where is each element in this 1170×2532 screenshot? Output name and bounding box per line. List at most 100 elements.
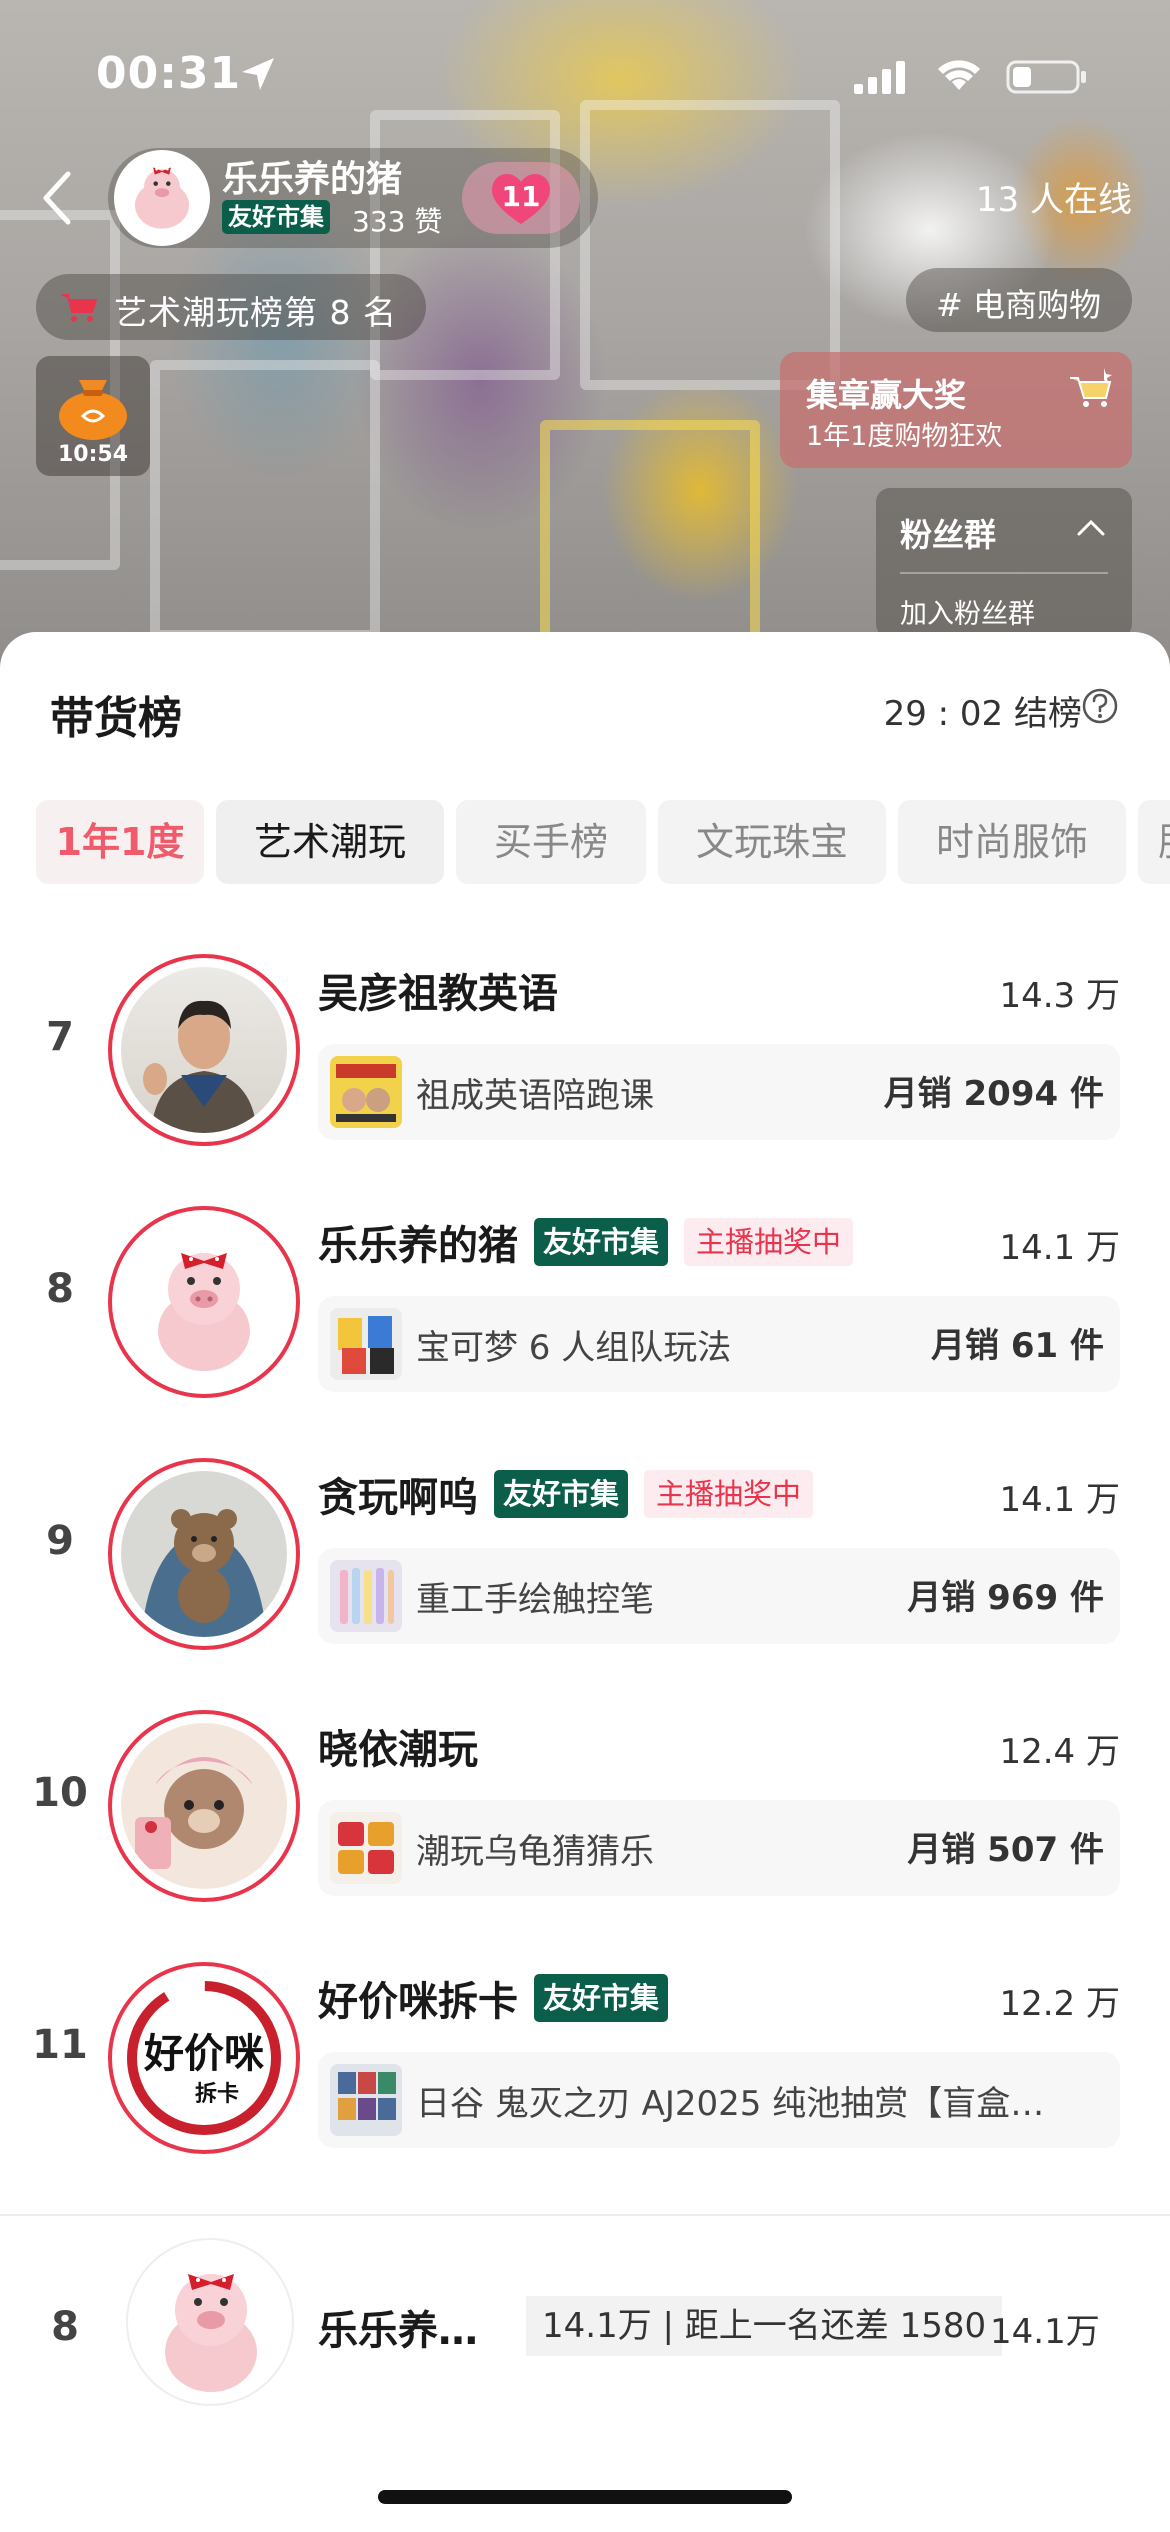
tab-fashion[interactable]: 时尚服饰 <box>898 800 1126 884</box>
topic-pill[interactable]: # 电商购物 <box>906 268 1132 332</box>
online-count[interactable]: 13 人在线 <box>976 172 1132 221</box>
monthly-sales: 月销 969 件 <box>907 1578 1104 1618</box>
rank-row[interactable]: 10 晓依潮玩 12.4 万 潮玩乌龟猜猜乐 月销 507 件 <box>0 1710 1170 1930</box>
streamer-name[interactable]: 好价咪拆卡 <box>318 1969 518 2027</box>
host-likes: 333 赞 <box>352 205 443 238</box>
fan-group-title: 粉丝群 <box>900 516 997 554</box>
product-card[interactable]: 祖成英语陪跑课 月销 2094 件 <box>318 1044 1120 1140</box>
fan-group-card[interactable]: 粉丝群 加入粉丝群 <box>876 488 1132 638</box>
rank-row[interactable]: 7 吴彦祖教英语 14.3 万 祖成英语陪跑课 月销 2094 件 <box>0 954 1170 1174</box>
pig-avatar-icon <box>135 167 189 229</box>
shopping-cart-icon <box>62 294 98 322</box>
tab-annual[interactable]: 1年1度 <box>36 800 204 884</box>
monthly-sales: 月销 61 件 <box>931 1326 1104 1366</box>
product-name: 祖成英语陪跑课 <box>416 1076 654 1116</box>
stylus-pens-icon <box>340 1568 394 1624</box>
battery-icon <box>1006 60 1086 94</box>
product-card[interactable]: 日谷 鬼灭之刃 AJ2025 纯池抽赏【盲盒… <box>318 2052 1120 2148</box>
name-line: 乐乐养的猪 友好市集 主播抽奖中 <box>318 1213 854 1271</box>
back-chevron-icon[interactable] <box>38 168 78 228</box>
my-rank-footer[interactable]: 8 乐乐养… 14.1万 | 距上一名还差 1580 14.1万 <box>0 2214 1170 2532</box>
course-cover-icon <box>336 1064 396 1122</box>
heart-count: 11 <box>501 180 541 213</box>
home-indicator[interactable] <box>378 2490 792 2504</box>
product-name: 宝可梦 6 人组队玩法 <box>416 1328 732 1368</box>
lucky-bag-button[interactable]: 10:54 <box>36 356 150 476</box>
market-tag: 友好市集 <box>534 1974 669 2022</box>
lucky-bag-icon <box>59 380 127 440</box>
my-rank-number: 8 <box>51 2304 79 2350</box>
tab-collectibles[interactable]: 文玩珠宝 <box>658 800 886 884</box>
streamer-avatar[interactable] <box>108 1206 300 1398</box>
lucky-bag-timer: 10:54 <box>57 442 129 467</box>
topic-text: # 电商购物 <box>936 286 1101 324</box>
teddy-bear-icon <box>141 1509 267 1637</box>
product-card[interactable]: 宝可梦 6 人组队玩法 月销 61 件 <box>318 1296 1120 1392</box>
streamer-name[interactable]: 吴彦祖教英语 <box>318 961 558 1019</box>
streamer-avatar[interactable] <box>108 1710 300 1902</box>
host-market-tag: 友好市集 <box>222 200 330 234</box>
host-name[interactable]: 乐乐养的猪 <box>222 150 402 202</box>
join-fan-group-link[interactable]: 加入粉丝群 <box>900 592 1035 631</box>
blind-box-icon <box>338 1822 394 1874</box>
product-thumbnail <box>330 1560 402 1632</box>
product-thumbnail <box>330 2064 402 2136</box>
streamer-score: 14.1 万 <box>999 1480 1120 1520</box>
tab-art-toys[interactable]: 艺术潮玩 <box>216 800 444 884</box>
rank-row[interactable]: 11 好价咪 拆卡 好价咪拆卡 友好市集 12.2 万 日谷 鬼灭之刃 AJ20… <box>0 1962 1170 2182</box>
tab-more[interactable]: 服 <box>1138 800 1170 884</box>
bg-card-frame <box>540 420 760 650</box>
plush-doll-icon <box>135 1757 253 1869</box>
status-time: 00:31 <box>96 48 242 99</box>
streamer-avatar[interactable]: 好价咪 拆卡 <box>108 1962 300 2154</box>
market-tag: 友好市集 <box>494 1470 629 1518</box>
streamer-score: 14.3 万 <box>999 976 1120 1016</box>
gap-to-previous: 14.1万 | 距上一名还差 1580 <box>526 2296 1003 2356</box>
raffle-tag: 主播抽奖中 <box>684 1218 854 1266</box>
name-line: 吴彦祖教英语 <box>318 962 558 1018</box>
fan-heart-button[interactable]: 11 <box>462 162 580 234</box>
rank-badge-text: 艺术潮玩榜第 8 名 <box>114 293 397 332</box>
my-avatar <box>126 2238 294 2406</box>
promo-subtitle: 1年1度购物狂欢 <box>806 421 1003 452</box>
divider <box>900 572 1108 574</box>
stamp-promo-card[interactable]: 集章赢大奖 1年1度购物狂欢 <box>780 352 1132 468</box>
my-name: 乐乐养… <box>318 2308 478 2354</box>
streamer-avatar[interactable] <box>108 1458 300 1650</box>
streamer-score: 14.1 万 <box>999 1228 1120 1268</box>
rank-countdown: 29 : 02 结榜 <box>883 694 1082 734</box>
streamer-name[interactable]: 乐乐养的猪 <box>318 1213 518 1271</box>
streamer-name[interactable]: 晓依潮玩 <box>318 1717 478 1775</box>
tab-buyer[interactable]: 买手榜 <box>456 800 646 884</box>
pig-avatar-icon <box>158 1253 250 1371</box>
rank-row[interactable]: 9 贪玩啊呜 友好市集 主播抽奖中 14.1 万 重工手绘触控笔 月销 969 … <box>0 1458 1170 1678</box>
promo-title: 集章赢大奖 <box>806 376 967 414</box>
man-portrait-icon <box>143 1000 257 1133</box>
sheet-title: 带货榜 <box>50 693 182 744</box>
rank-row[interactable]: 8 乐乐养的猪 友好市集 主播抽奖中 14.1 万 宝可梦 6 人组队玩法 月销… <box>0 1206 1170 1426</box>
streamer-score: 12.4 万 <box>999 1732 1120 1772</box>
market-tag: 友好市集 <box>534 1218 669 1266</box>
product-thumbnail <box>330 1056 402 1128</box>
product-thumbnail <box>330 1308 402 1380</box>
streamer-avatar[interactable] <box>108 954 300 1146</box>
product-name: 重工手绘触控笔 <box>416 1580 654 1620</box>
product-name: 日谷 鬼灭之刃 AJ2025 纯池抽赏【盲盒… <box>416 2084 1045 2124</box>
name-line: 晓依潮玩 <box>318 1718 478 1774</box>
cellular-signal-icon <box>854 61 905 94</box>
streamer-name[interactable]: 贪玩啊呜 <box>318 1465 478 1523</box>
help-icon[interactable] <box>1080 686 1120 726</box>
streamer-score: 12.2 万 <box>999 1984 1120 2024</box>
logo-sub-text: 拆卡 <box>195 2082 239 2107</box>
location-arrow-icon <box>242 58 274 90</box>
product-card[interactable]: 潮玩乌龟猜猜乐 月销 507 件 <box>318 1800 1120 1896</box>
name-line: 贪玩啊呜 友好市集 主播抽奖中 <box>318 1465 814 1523</box>
rank-number: 10 <box>32 1770 88 1816</box>
chevron-up-icon[interactable] <box>1076 518 1106 538</box>
rank-badge-pill[interactable]: 艺术潮玩榜第 8 名 <box>36 274 426 340</box>
product-card[interactable]: 重工手绘触控笔 月销 969 件 <box>318 1548 1120 1644</box>
trading-cards-icon <box>338 1316 394 1374</box>
bg-card-frame <box>580 100 840 390</box>
raffle-tag: 主播抽奖中 <box>644 1470 814 1518</box>
host-avatar[interactable] <box>114 150 210 246</box>
